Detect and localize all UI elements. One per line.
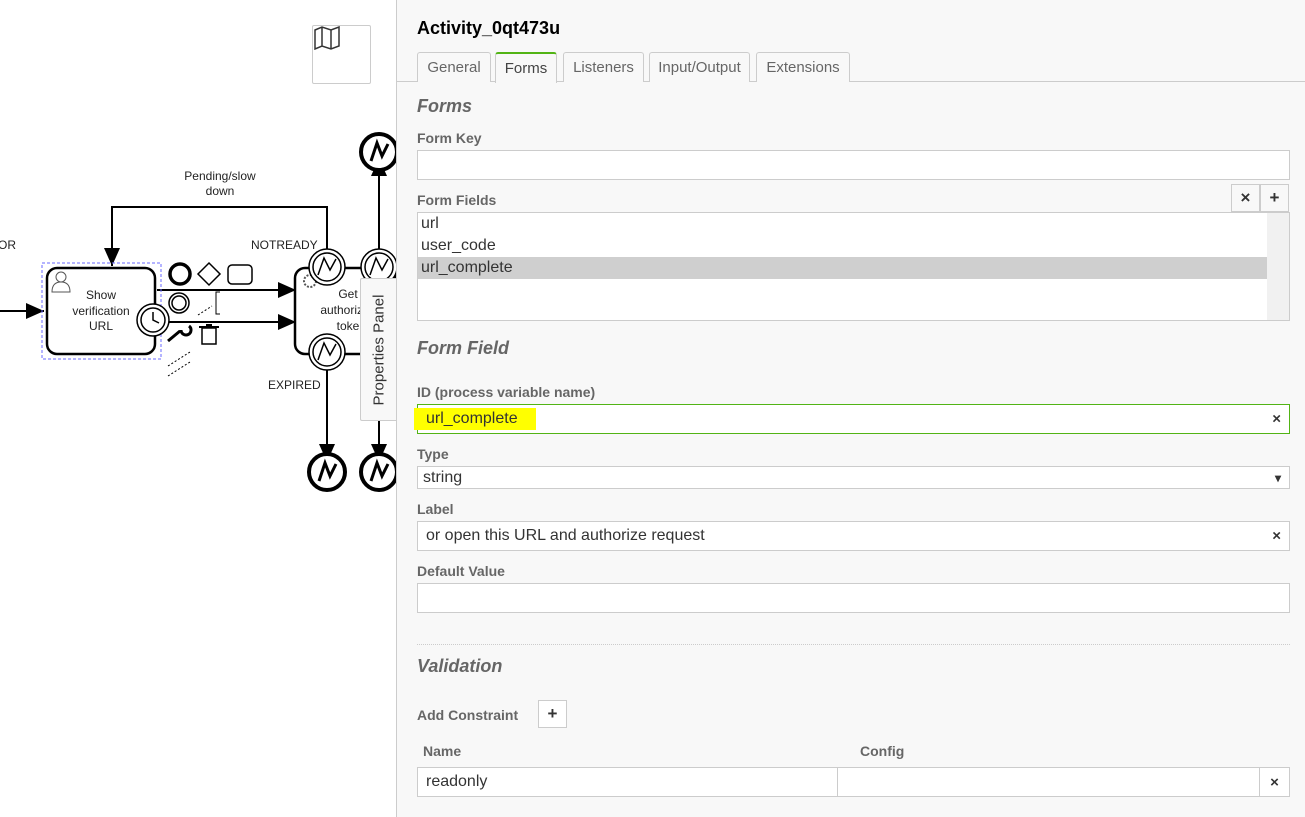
- tab-input-output[interactable]: Input/Output: [649, 52, 750, 82]
- tab-bar: General Forms Listeners Input/Output Ext…: [397, 52, 1305, 83]
- type-label: Type: [417, 446, 449, 462]
- error-boundary-event-icon: [308, 248, 346, 286]
- minimap-toggle-button[interactable]: [312, 25, 371, 84]
- constraint-name-input[interactable]: readonly: [417, 767, 838, 797]
- divider: [417, 644, 1290, 645]
- id-label: ID (process variable name): [417, 384, 596, 400]
- element-id-title: Activity_0qt473u: [417, 18, 561, 38]
- clear-label-button[interactable]: ×: [1272, 528, 1281, 545]
- map-icon: [314, 26, 340, 50]
- default-value-input[interactable]: [417, 583, 1290, 613]
- gateway-icon: [196, 261, 222, 287]
- column-header-name: Name: [423, 743, 462, 759]
- form-fields-label: Form Fields: [417, 192, 497, 208]
- end-event-icon: [168, 262, 192, 286]
- label-value: or open this URL and authorize request: [426, 527, 705, 544]
- error-end-event-icon: [307, 452, 347, 492]
- clear-id-button[interactable]: ×: [1272, 411, 1281, 428]
- form-key-input[interactable]: [417, 150, 1290, 180]
- default-value-label: Default Value: [417, 563, 505, 579]
- constraint-config-input[interactable]: [837, 767, 1260, 797]
- scrollbar[interactable]: [1267, 213, 1289, 320]
- form-field-heading: Form Field: [417, 338, 510, 358]
- tab-forms[interactable]: Forms: [495, 52, 557, 83]
- validation-heading: Validation: [417, 656, 503, 676]
- tab-extensions[interactable]: Extensions: [756, 52, 850, 82]
- association-icon: [197, 305, 213, 316]
- list-item[interactable]: user_code: [418, 235, 1268, 257]
- context-pad[interactable]: [167, 261, 253, 377]
- trash-icon: [199, 324, 219, 345]
- form-key-label: Form Key: [417, 130, 482, 146]
- id-value: url_complete: [414, 408, 536, 430]
- add-constraint-label: Add Constraint: [417, 707, 519, 723]
- label-label: Label: [417, 501, 454, 517]
- form-fields-list[interactable]: url user_code url_complete: [417, 212, 1290, 321]
- add-constraint-button[interactable]: +: [538, 700, 567, 728]
- sequence-flow-pending: [104, 206, 328, 266]
- diagram-canvas[interactable]: Show verification URL Get authoriza toke Pen…: [0, 0, 396, 817]
- error-boundary-event-icon: [308, 333, 346, 371]
- bpmn-diagram[interactable]: Show verification URL Get authoriza toke Pen…: [0, 0, 396, 817]
- chevron-down-icon: ▾: [1274, 470, 1281, 485]
- tab-general[interactable]: General: [417, 52, 491, 82]
- wrench-icon: [167, 324, 193, 343]
- forms-heading: Forms: [417, 96, 473, 116]
- connect-icon: [167, 351, 191, 377]
- type-value: string: [423, 468, 463, 486]
- svg-text:OR: OR: [0, 238, 16, 252]
- error-end-event-icon: [359, 452, 396, 492]
- timer-boundary-event-icon: [136, 303, 170, 337]
- id-input[interactable]: url_complete ×: [414, 404, 1290, 434]
- list-item-selected[interactable]: url_complete: [418, 257, 1268, 279]
- add-form-field-button[interactable]: +: [1260, 184, 1289, 212]
- svg-text:NOTREADY: NOTREADY: [251, 238, 318, 252]
- remove-constraint-button[interactable]: ×: [1259, 767, 1290, 797]
- text-annotation-icon: [215, 291, 220, 315]
- type-select[interactable]: string ▾: [417, 466, 1290, 489]
- label-input[interactable]: or open this URL and authorize request ×: [417, 521, 1290, 551]
- column-header-config: Config: [860, 743, 905, 759]
- remove-form-field-button[interactable]: ×: [1231, 184, 1260, 212]
- error-end-event-icon: [359, 132, 396, 172]
- tab-listeners[interactable]: Listeners: [563, 52, 644, 82]
- properties-panel-toggle[interactable]: Properties Panel: [360, 278, 396, 421]
- svg-text:Pending/slowdown: Pending/slow down: [184, 169, 256, 198]
- list-item[interactable]: url: [418, 213, 1268, 235]
- task-icon: [227, 264, 253, 285]
- properties-panel: Activity_0qt473u General Forms Listeners…: [396, 0, 1305, 817]
- svg-text:EXPIRED: EXPIRED: [268, 378, 321, 392]
